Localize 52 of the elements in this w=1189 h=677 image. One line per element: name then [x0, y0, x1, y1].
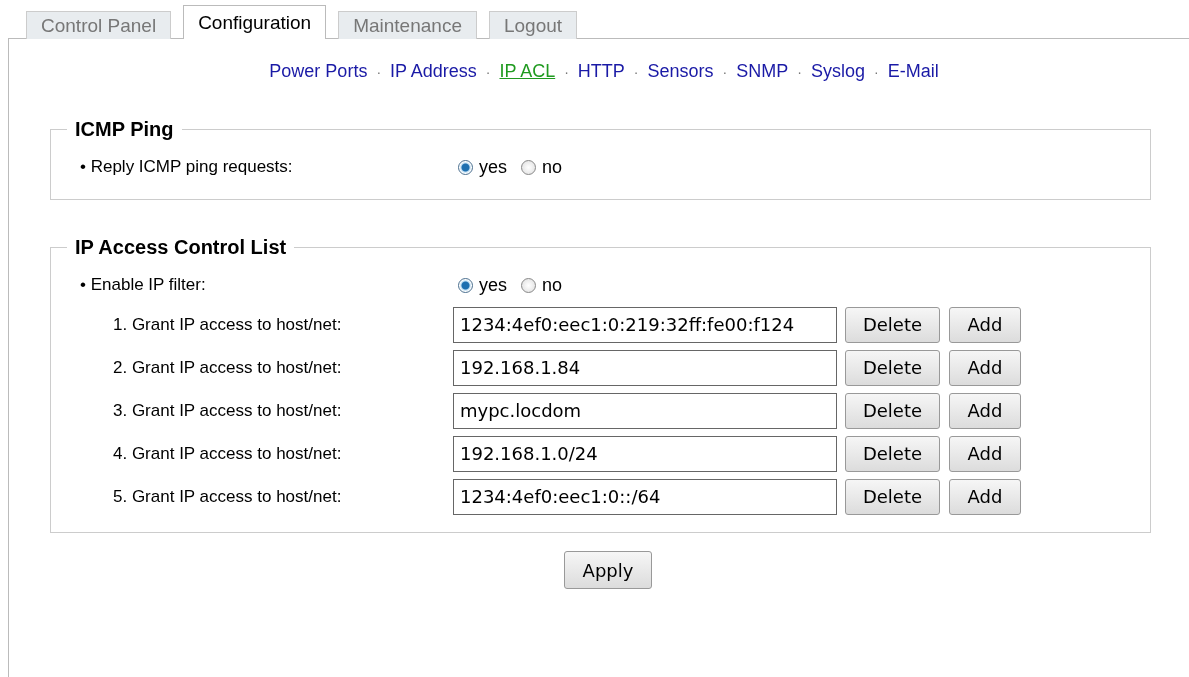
input-field[interactable]: 192.168.1.0/24 — [453, 435, 837, 472]
radio-option[interactable]: no — [521, 156, 563, 178]
setting-label: 4. Grant IP access to host/net: — [112, 443, 343, 464]
nav-link[interactable]: Syslog — [810, 61, 865, 82]
nav-link[interactable]: Sensors — [647, 61, 714, 82]
tab[interactable]: Control Panel — [26, 11, 172, 39]
input-field[interactable]: 1234:4ef0:eec1:0:219:32ff:fe00:f124 — [453, 306, 837, 343]
input-field[interactable]: mypc.locdom — [453, 392, 837, 429]
nav-separator: · — [722, 64, 728, 80]
setting-label: 3. Grant IP access to host/net: — [112, 400, 343, 421]
tab[interactable]: Logout — [488, 11, 578, 39]
group-title: ICMP Ping — [74, 118, 175, 141]
setting-label: 2. Grant IP access to host/net: — [112, 357, 343, 378]
row-button[interactable]: Delete — [845, 306, 940, 343]
nav-separator: · — [633, 64, 639, 80]
radio-option[interactable]: yes — [458, 156, 507, 178]
input-field[interactable]: 192.168.1.84 — [453, 349, 837, 386]
input-field[interactable]: 1234:4ef0:eec1:0::/64 — [453, 478, 837, 515]
setting-label: 5. Grant IP access to host/net: — [112, 486, 343, 507]
nav-separator: · — [564, 64, 569, 80]
row-button[interactable]: Add — [949, 435, 1021, 472]
radio-button[interactable] — [458, 159, 473, 175]
nav-link[interactable]: HTTP — [577, 61, 625, 82]
nav-link[interactable]: Power Ports — [269, 61, 368, 82]
row-button[interactable]: Add — [949, 478, 1021, 515]
row-button[interactable]: Delete — [845, 392, 940, 429]
radio-button[interactable] — [458, 277, 473, 293]
row-button[interactable]: Delete — [845, 349, 940, 386]
row-button[interactable]: Add — [949, 306, 1021, 343]
nav-link[interactable]: SNMP — [736, 61, 789, 82]
radio-option[interactable]: no — [521, 274, 563, 296]
row-button[interactable]: Delete — [845, 478, 940, 515]
tab[interactable]: Maintenance — [338, 11, 477, 39]
setting-label: • Enable IP filter: — [79, 275, 207, 295]
nav-separator: · — [797, 64, 802, 80]
row-button[interactable]: Add — [949, 392, 1021, 429]
radio-button[interactable] — [521, 159, 536, 175]
tab[interactable]: Configuration — [183, 5, 327, 39]
row-button[interactable]: Add — [949, 349, 1021, 386]
group-title: IP Access Control List — [74, 236, 288, 259]
setting-label: 1. Grant IP access to host/net: — [112, 314, 343, 335]
nav-separator: · — [376, 64, 382, 80]
apply-button[interactable]: Apply — [564, 551, 652, 589]
row-button[interactable]: Delete — [845, 435, 940, 472]
nav-link[interactable]: IP Address — [390, 61, 477, 82]
nav-separator: · — [485, 64, 491, 80]
radio-button[interactable] — [521, 277, 536, 293]
nav-link[interactable]: IP ACL — [499, 61, 556, 82]
nav-separator: · — [873, 64, 879, 80]
radio-option[interactable]: yes — [458, 274, 507, 296]
nav-link[interactable]: E-Mail — [887, 61, 939, 82]
setting-label: • Reply ICMP ping requests: — [79, 157, 294, 177]
